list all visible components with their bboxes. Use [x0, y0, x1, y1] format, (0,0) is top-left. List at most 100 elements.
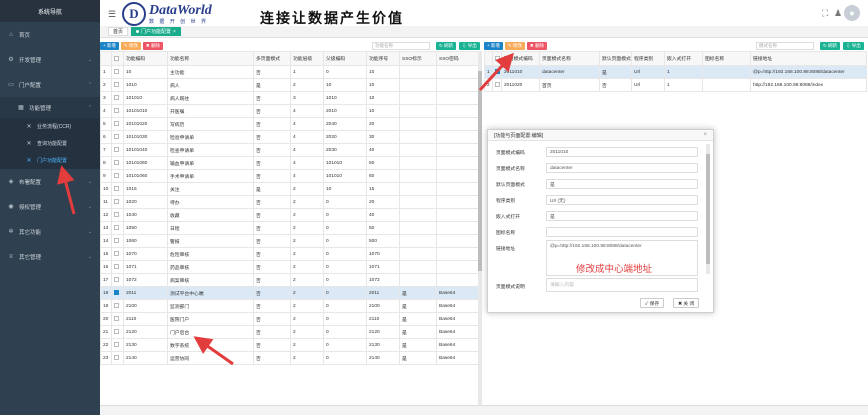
checkbox[interactable] [495, 69, 500, 75]
checkbox[interactable] [114, 355, 119, 361]
sidebar-item-deploy[interactable]: ◈ 布署配置 ⌄ [0, 169, 100, 194]
field-input[interactable]: 是 [546, 211, 698, 221]
table-row[interactable]: 3 101010 病人既往否 3 1010 10 [100, 91, 479, 105]
scrollbar-thumb[interactable] [478, 71, 482, 271]
column-header[interactable]: 父级编码 [323, 51, 367, 66]
fullscreen-icon[interactable]: ⛶ [822, 8, 828, 19]
sidebar-item-home[interactable]: ⌂ 首页 [0, 22, 100, 47]
column-header[interactable]: 页面模式名称 [539, 51, 600, 66]
tab-portal-config[interactable]: 门户功能配置 × [131, 27, 181, 36]
table-row[interactable]: 10 1015 关注是 2 10 15 [100, 182, 479, 196]
checkbox[interactable] [114, 212, 119, 218]
table-row[interactable]: 6 10101030 检验申请单否 4 2020 30 [100, 130, 479, 144]
sidebar-item-other-func[interactable]: ✲ 其它功能 ⌄ [0, 219, 100, 244]
row-checkbox-cell[interactable] [111, 260, 124, 274]
row-checkbox-cell[interactable] [111, 182, 124, 196]
checkbox[interactable] [114, 238, 119, 244]
table-row[interactable]: 14 1060 警报否 2 0 500 [100, 234, 479, 248]
sidebar-item-ccr[interactable]: ✕ 业务流程(CCR) [0, 118, 100, 135]
description-textarea[interactable]: 请输入内容 [546, 278, 698, 292]
checkbox[interactable] [114, 69, 119, 75]
checkbox[interactable] [114, 82, 119, 88]
close-button[interactable]: ✖ 关 闭 [673, 298, 700, 308]
row-checkbox-cell[interactable] [111, 312, 124, 326]
row-checkbox-cell[interactable] [111, 78, 124, 92]
add-function-button[interactable]: + 新增 [100, 41, 119, 50]
table-row[interactable]: 23 2140 运营协同否 2 0 2140 是 Base64 [100, 351, 479, 365]
row-checkbox-cell[interactable] [111, 195, 124, 209]
checkbox[interactable] [114, 290, 119, 296]
column-header[interactable]: 链接地址 [750, 51, 867, 66]
column-header[interactable] [100, 51, 112, 66]
edit-function-button[interactable]: ✎ 修改 [120, 41, 141, 50]
user-icon[interactable]: ♟ [834, 8, 842, 19]
sidebar-item-query-config[interactable]: ✕ 查询功能配置 [0, 135, 100, 152]
export-button[interactable]: ⇩ 导出 [459, 41, 480, 50]
scrollbar-thumb[interactable] [706, 154, 710, 264]
avatar[interactable]: ● [844, 5, 860, 21]
checkbox[interactable] [495, 82, 500, 88]
checkbox[interactable] [114, 134, 119, 140]
column-header[interactable] [492, 51, 502, 66]
dialog-scrollbar[interactable] [706, 144, 710, 274]
column-header[interactable]: 页面模式编码 [501, 51, 540, 66]
checkbox[interactable] [114, 303, 119, 309]
column-header[interactable]: 功能编码 [123, 51, 168, 66]
field-input[interactable]: 2011010 [546, 147, 698, 157]
sidebar-item-portal[interactable]: ▭ 门户配置 ⌃ [0, 72, 100, 97]
table-row[interactable]: 2 2011020 首页否 Url 1 http://192.168.100.98:808… [484, 78, 867, 92]
checkbox[interactable] [114, 316, 119, 322]
edit-mode-button[interactable]: ✎ 修改 [504, 41, 525, 50]
checkbox[interactable] [114, 225, 119, 231]
table-row[interactable]: 18 2011 测试平台中心端否 2 0 2011 是 Base64 [100, 286, 479, 300]
refresh-button[interactable]: ↻ 刷新 [436, 41, 457, 50]
table-row[interactable]: 17 1072 病案审核否 2 0 1072 [100, 273, 479, 287]
function-search-input[interactable]: 功能名称 [372, 41, 430, 50]
row-checkbox-cell[interactable] [111, 91, 124, 105]
table-row[interactable]: 22 2130 数字系统否 2 0 2130 是 Base64 [100, 338, 479, 352]
table-row[interactable]: 16 1071 药品审核否 2 0 1071 [100, 260, 479, 274]
checkbox[interactable] [114, 264, 119, 270]
row-checkbox-cell[interactable] [111, 234, 124, 248]
checkbox[interactable] [114, 329, 119, 335]
field-input[interactable]: Url (无) [546, 195, 698, 205]
row-checkbox-cell[interactable] [111, 221, 124, 235]
row-checkbox-cell[interactable] [492, 78, 502, 92]
row-checkbox-cell[interactable] [111, 208, 124, 222]
row-checkbox-cell[interactable] [111, 325, 124, 339]
row-checkbox-cell[interactable] [111, 156, 124, 170]
sidebar-item-function-mgmt[interactable]: ▦ 功能管理 ⌃ [0, 97, 100, 118]
row-checkbox-cell[interactable] [111, 104, 124, 118]
column-header[interactable]: SSO密码 [436, 51, 479, 66]
checkbox[interactable] [114, 55, 119, 61]
field-input[interactable]: 是 [546, 179, 698, 189]
column-header[interactable]: 功能名称 [167, 51, 254, 66]
table-row[interactable]: 9 10101060 手术申请单否 4 101010 60 [100, 169, 479, 183]
row-checkbox-cell[interactable] [111, 286, 124, 300]
close-icon[interactable]: × [703, 132, 707, 138]
checkbox[interactable] [114, 173, 119, 179]
add-mode-button[interactable]: + 新增 [484, 41, 503, 50]
checkbox[interactable] [114, 342, 119, 348]
column-header[interactable]: SSO标示 [399, 51, 437, 66]
sidebar-item-dev[interactable]: ⚙ 开发管理 ⌄ [0, 47, 100, 72]
save-button[interactable]: ✓ 保存 [640, 298, 665, 308]
mode-search-input[interactable]: 模式名称 [756, 41, 814, 50]
table-row[interactable]: 1 10 主功能否 1 0 10 [100, 65, 479, 79]
table-row[interactable]: 11 1020 待办否 2 0 20 [100, 195, 479, 209]
column-header[interactable]: 图标名称 [702, 51, 751, 66]
row-checkbox-cell[interactable] [111, 130, 124, 144]
table-row[interactable]: 1 2011010 datacenter 是 Url 1 @p=http://192.168… [484, 65, 867, 79]
checkbox[interactable] [114, 251, 119, 257]
column-header[interactable]: 功能层级 [290, 51, 324, 66]
row-checkbox-cell[interactable] [111, 117, 124, 131]
sidebar-item-portal-config[interactable]: ✕ 门户功能配置 [0, 152, 100, 169]
checkbox[interactable] [114, 121, 119, 127]
export-mode-button[interactable]: ⇩ 导出 [843, 41, 864, 50]
row-checkbox-cell[interactable] [111, 169, 124, 183]
close-icon[interactable]: × [173, 29, 176, 35]
row-checkbox-cell[interactable] [111, 351, 124, 365]
checkbox[interactable] [114, 199, 119, 205]
checkbox[interactable] [114, 160, 119, 166]
row-checkbox-cell[interactable] [111, 65, 124, 79]
